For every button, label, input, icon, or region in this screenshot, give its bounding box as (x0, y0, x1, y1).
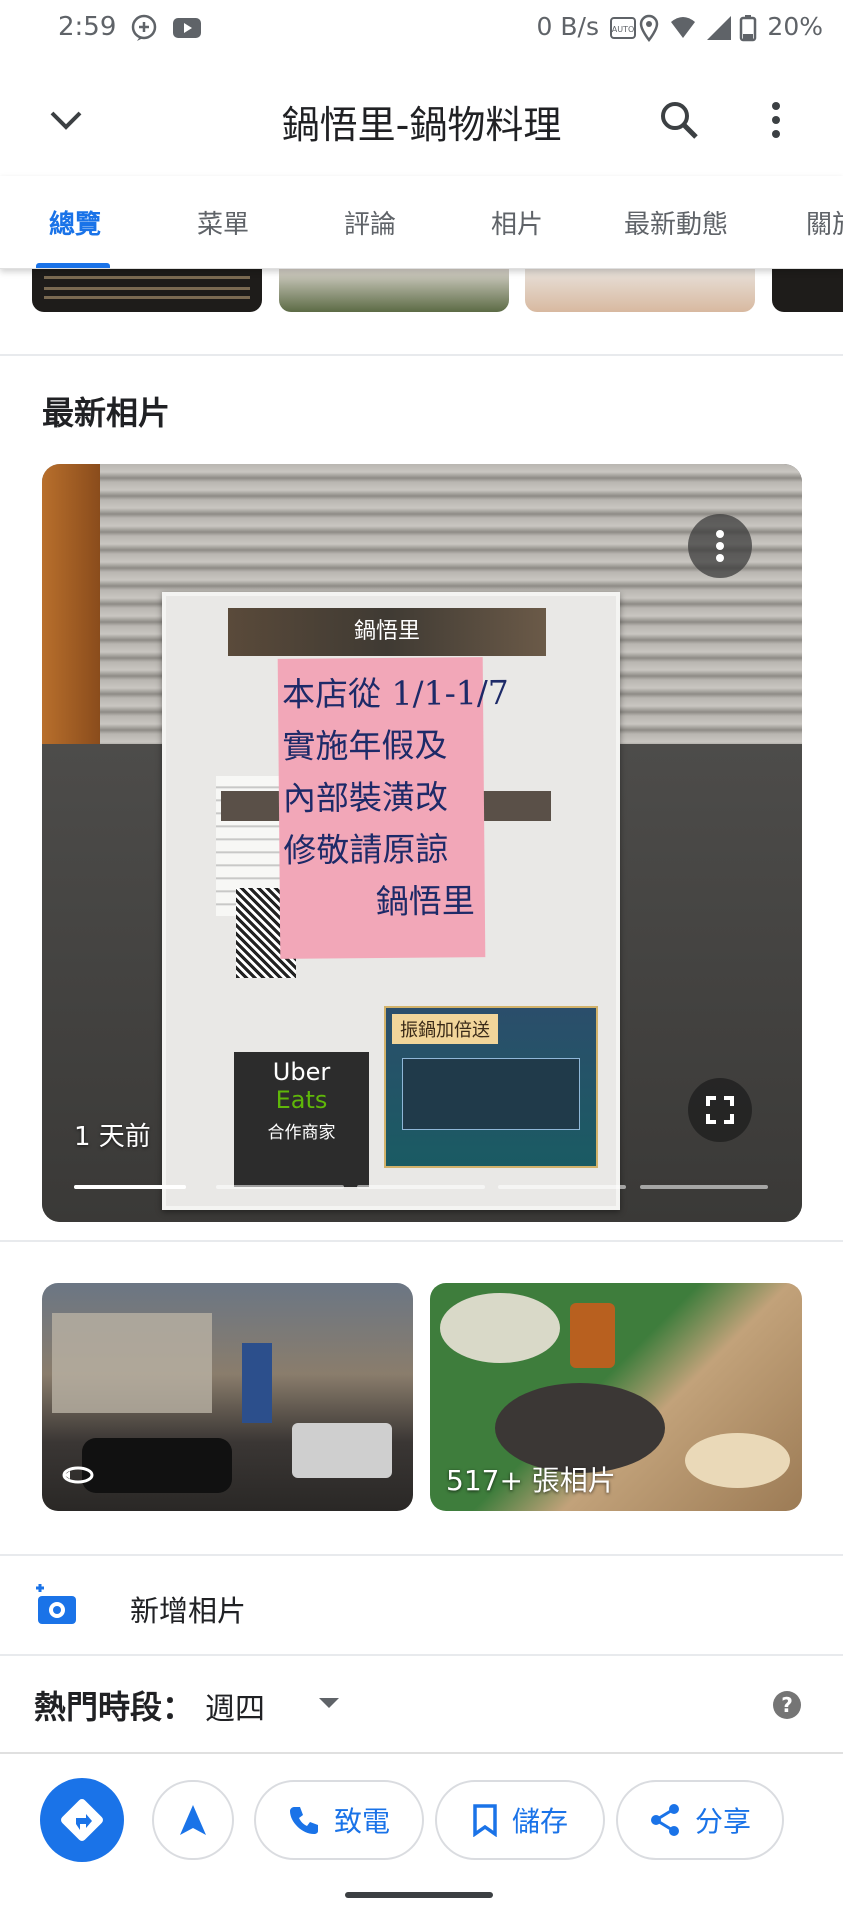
car (82, 1438, 232, 1493)
tab-about[interactable]: 關於 (806, 204, 843, 241)
vegetable-plate (440, 1293, 560, 1363)
share-button[interactable]: 分享 (616, 1780, 784, 1860)
wifi-icon (669, 14, 697, 42)
uber-eats-sticker: Uber Eats 合作商家 (234, 1052, 369, 1187)
carousel-progress-5 (640, 1185, 768, 1189)
gesture-handle[interactable] (345, 1892, 493, 1898)
uber-sub: Eats (275, 1086, 328, 1114)
menu-board: 鍋悟里 本店從 1/1-1/7 實施年假及 內部裝潢改 修敬請原諒 鍋悟里 Ub… (162, 592, 620, 1210)
uber-title: Uber (272, 1058, 331, 1086)
tab-updates[interactable]: 最新動態 (624, 204, 728, 241)
bookmark-icon (473, 1804, 497, 1837)
more-options-icon[interactable] (758, 96, 794, 144)
selected-day: 週四 (205, 1692, 265, 1727)
place-title: 鍋悟里-鍋物料理 (281, 103, 562, 147)
street-view-thumbnail[interactable] (42, 1283, 413, 1511)
all-photos-thumbnail[interactable]: 517+ 張相片 (430, 1283, 802, 1511)
notice-line-1: 本店從 1/1-1/7 (281, 672, 510, 714)
fullscreen-icon (706, 1096, 734, 1124)
notice-signature: 鍋悟里 (375, 881, 475, 922)
carousel-progress-1 (74, 1185, 186, 1189)
directions-icon (61, 1799, 103, 1841)
tab-reviews[interactable]: 評論 (344, 204, 396, 241)
menu-photo-3[interactable] (525, 268, 755, 312)
menu-photo-1[interactable] (32, 268, 262, 312)
svg-text:AUTO: AUTO (612, 25, 635, 34)
save-button[interactable]: 儲存 (435, 1780, 605, 1860)
photo-timestamp: 1 天前 (74, 1122, 151, 1152)
tea-glass (570, 1303, 615, 1368)
add-photo-label: 新增相片 (130, 1594, 247, 1628)
save-label: 儲存 (511, 1805, 568, 1838)
notice-line-3: 內部裝潢改 (282, 777, 449, 818)
storefront (52, 1313, 212, 1413)
side-dish (685, 1433, 790, 1488)
promo-title: 振鍋加倍送 (392, 1014, 498, 1044)
phone-icon (289, 1807, 318, 1834)
network-speed: 0 B/s (536, 12, 599, 41)
tab-bar: 總覽 菜單 評論 相片 最新動態 關於 (0, 176, 843, 269)
auto-hz-icon: AUTO (609, 14, 637, 42)
call-button[interactable]: 致電 (254, 1780, 424, 1860)
status-time: 2:59 (58, 12, 117, 42)
battery-icon (739, 14, 757, 42)
status-bar: 2:59 0 B/s AUTO 20% (0, 0, 843, 62)
navigate-button[interactable] (152, 1780, 234, 1860)
section-divider (0, 354, 843, 356)
carousel-progress-2 (216, 1185, 344, 1189)
collapse-chevron-icon[interactable] (44, 98, 88, 142)
messenger-icon (130, 14, 158, 42)
signal-icon (705, 14, 733, 42)
board-logo: 鍋悟里 (228, 608, 546, 656)
truck (292, 1423, 392, 1478)
carousel-progress-4 (498, 1185, 626, 1189)
closure-notice: 本店從 1/1-1/7 實施年假及 內部裝潢改 修敬請原諒 鍋悟里 (277, 657, 510, 959)
tab-photos[interactable]: 相片 (491, 204, 543, 241)
menu-photo-4[interactable] (772, 268, 843, 312)
active-tab-indicator (36, 263, 110, 268)
section-divider (0, 1240, 843, 1242)
carousel-progress-3 (357, 1185, 485, 1189)
action-bar-divider (0, 1752, 843, 1754)
location-icon (637, 14, 665, 43)
directions-button[interactable] (40, 1778, 124, 1862)
add-photo-row[interactable]: 新增相片 (0, 1556, 843, 1654)
section-divider (0, 1654, 843, 1656)
popular-times-title: 熱門時段： (34, 1688, 195, 1726)
street-sign (242, 1343, 272, 1423)
svg-text:?: ? (781, 1693, 793, 1717)
add-photo-icon (36, 1584, 76, 1624)
latest-photo-carousel[interactable]: 鍋悟里 本店從 1/1-1/7 實施年假及 內部裝潢改 修敬請原諒 鍋悟里 Ub… (42, 464, 802, 1222)
photo-menu-button[interactable] (688, 514, 752, 578)
door-frame (42, 464, 100, 764)
share-icon (650, 1804, 679, 1836)
youtube-icon (172, 14, 201, 42)
tab-overview[interactable]: 總覽 (49, 204, 101, 241)
promo-text-box (402, 1058, 580, 1130)
menu-photo-2[interactable] (279, 268, 509, 312)
notice-line-4: 修敬請原諒 (283, 829, 449, 870)
tab-menu[interactable]: 菜單 (197, 204, 249, 241)
notice-line-2: 實施年假及 (282, 725, 448, 766)
help-icon[interactable]: ? (772, 1690, 802, 1720)
search-icon[interactable] (657, 98, 701, 142)
battery-percent: 20% (767, 12, 823, 41)
fullscreen-button[interactable] (688, 1078, 752, 1142)
share-label: 分享 (694, 1805, 751, 1838)
call-label: 致電 (333, 1805, 390, 1838)
photo-count-label: 517+ 張相片 (446, 1464, 616, 1497)
dropdown-arrow-icon (319, 1698, 339, 1708)
day-dropdown[interactable]: 週四 (205, 1684, 365, 1727)
promo-poster: 振鍋加倍送 (384, 1006, 598, 1168)
street-view-360-icon (62, 1466, 94, 1484)
navigation-arrow-icon (180, 1805, 206, 1835)
latest-photos-title: 最新相片 (42, 394, 171, 432)
more-vert-icon (716, 530, 724, 562)
uber-partner: 合作商家 (267, 1123, 336, 1143)
